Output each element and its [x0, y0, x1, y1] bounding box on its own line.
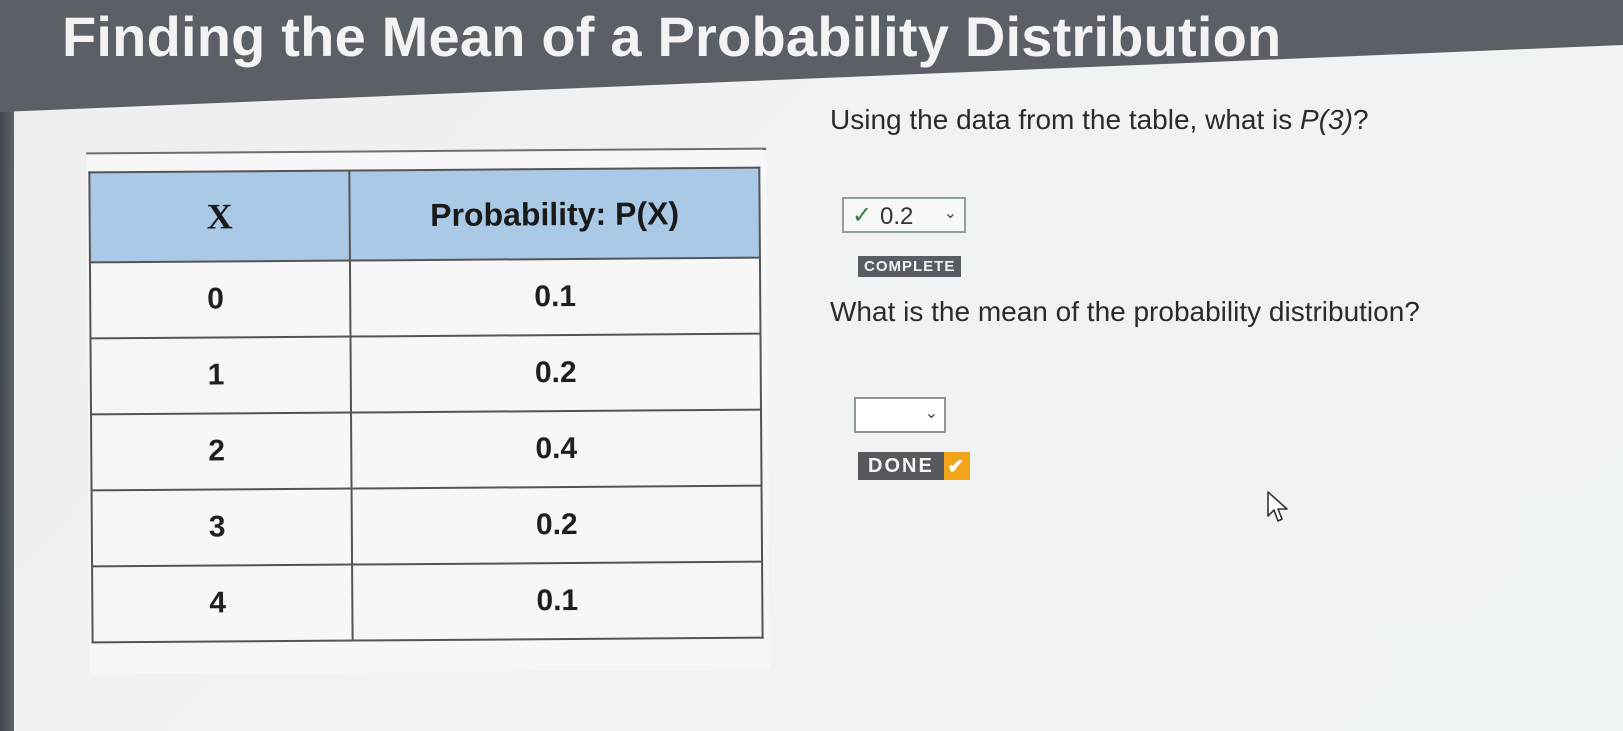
probability-table: X Probability: P(X) 0 0.1 1 0.2 2 0.4 3 …: [88, 167, 763, 644]
page-title: Finding the Mean of a Probability Distri…: [62, 5, 1282, 68]
check-icon: ✓: [852, 202, 873, 229]
cell-probability: 0.4: [351, 409, 762, 489]
cell-probability: 0.2: [351, 485, 763, 565]
cell-x: 0: [89, 260, 351, 339]
table-header-row: X Probability: P(X): [89, 167, 760, 263]
cell-x: 4: [92, 564, 353, 643]
cell-x: 1: [90, 336, 352, 415]
table-row: 2 0.4: [91, 409, 762, 491]
probability-table-container: X Probability: P(X) 0 0.1 1 0.2 2 0.4 3 …: [86, 147, 770, 675]
table-row: 3 0.2: [91, 485, 763, 567]
chevron-down-icon[interactable]: ⌄: [944, 203, 957, 223]
question-1-suffix: ?: [1352, 104, 1369, 135]
table-row: 4 0.1: [92, 561, 763, 643]
header-probability: Probability: P(X): [349, 167, 760, 261]
answer-1-value: 0.2: [880, 203, 914, 230]
question-1-text: Using the data from the table, what is P…: [830, 104, 1369, 136]
checkmark-badge-icon: ✔: [943, 452, 970, 480]
done-label: DONE: [868, 454, 934, 477]
complete-badge: COMPLETE: [858, 256, 962, 277]
chevron-down-icon[interactable]: ⌄: [925, 403, 938, 423]
answer-1-dropdown[interactable]: ✓ 0.2 ⌄: [842, 197, 966, 233]
question-1-math: P(3): [1300, 104, 1353, 135]
cell-probability: 0.1: [352, 561, 763, 641]
question-1-prefix: Using the data from the table, what is: [830, 104, 1301, 135]
table-row: 1 0.2: [90, 333, 761, 415]
cell-probability: 0.2: [350, 333, 761, 413]
cell-x: 3: [91, 488, 353, 567]
cell-probability: 0.1: [349, 257, 761, 337]
done-button[interactable]: DONE ✔: [858, 452, 970, 480]
answer-2-dropdown[interactable]: ⌄: [854, 397, 946, 433]
header-x: X: [89, 170, 350, 263]
cell-x: 2: [91, 412, 352, 491]
question-2-text: What is the mean of the probability dist…: [830, 296, 1420, 327]
table-row: 0 0.1: [89, 257, 761, 339]
mouse-pointer-icon: [1267, 491, 1288, 522]
